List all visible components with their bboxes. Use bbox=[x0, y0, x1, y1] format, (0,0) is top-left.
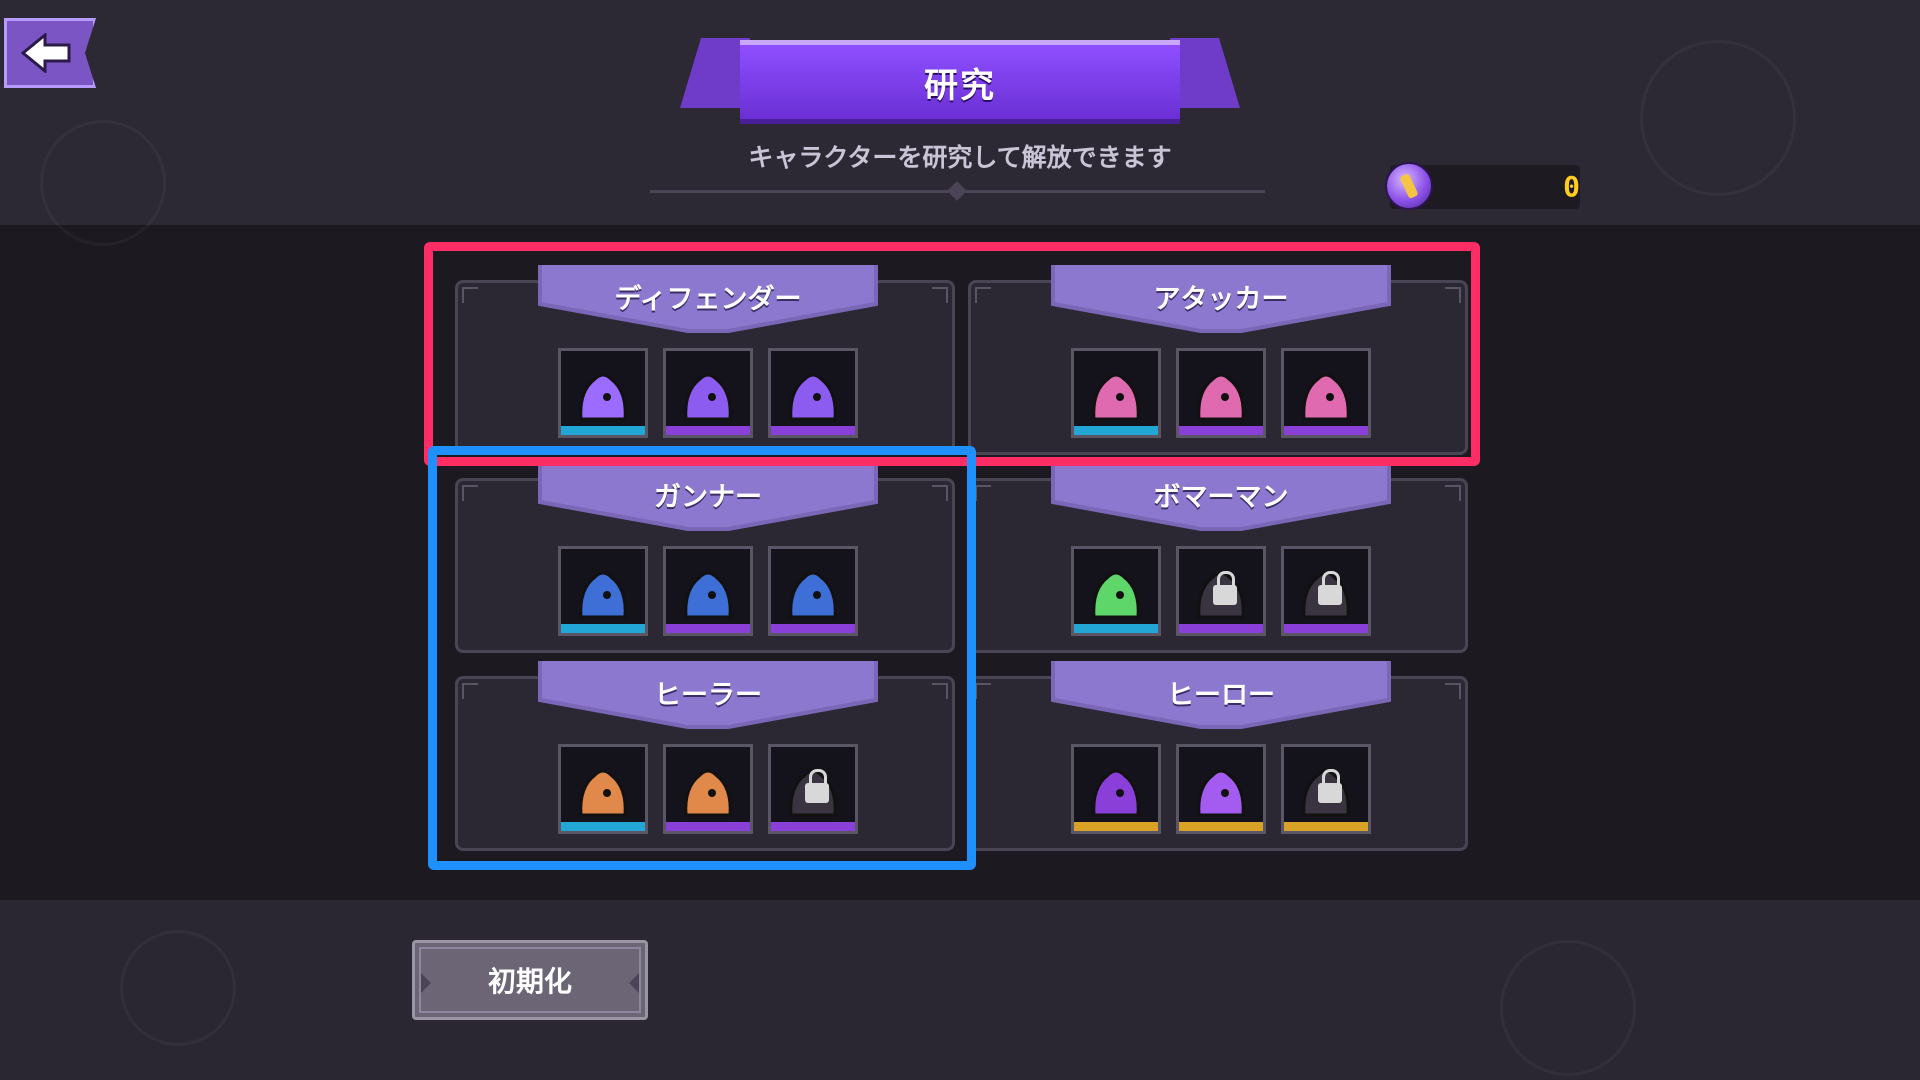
category-panel-bomberman: ボマーマン bbox=[968, 463, 1468, 653]
rarity-bar bbox=[1179, 624, 1263, 633]
highlight-frame-red bbox=[424, 242, 1480, 466]
lock-icon bbox=[1213, 571, 1237, 605]
panel-corner-ornament bbox=[975, 683, 991, 699]
background-doodle bbox=[1500, 940, 1636, 1076]
panel-corner-ornament bbox=[1445, 683, 1461, 699]
category-title: ボマーマン bbox=[1153, 482, 1289, 513]
chevron-left-icon bbox=[421, 973, 431, 993]
character-portrait-icon bbox=[1092, 769, 1140, 817]
highlight-frame-blue bbox=[428, 446, 976, 870]
category-tab: ボマーマン bbox=[1051, 463, 1391, 531]
reset-button[interactable]: 初期化 bbox=[412, 940, 648, 1020]
background-doodle bbox=[120, 930, 236, 1046]
title-banner: 研究 bbox=[680, 18, 1240, 128]
character-slot-row bbox=[1071, 744, 1371, 836]
rarity-bar bbox=[1179, 822, 1263, 831]
page-subtitle: キャラクターを研究して解放できます bbox=[748, 143, 1172, 172]
page-title: 研究 bbox=[924, 65, 996, 106]
rarity-bar bbox=[1284, 822, 1368, 831]
character-portrait-icon bbox=[1092, 571, 1140, 619]
character-slot[interactable] bbox=[1071, 744, 1161, 834]
character-portrait-icon bbox=[1197, 769, 1245, 817]
research-coin-icon bbox=[1385, 162, 1433, 210]
currency-value: 0 bbox=[1563, 170, 1580, 203]
category-tab: ヒーロー bbox=[1051, 661, 1391, 729]
rarity-bar bbox=[1284, 624, 1368, 633]
category-title: ヒーロー bbox=[1167, 680, 1275, 711]
rarity-bar bbox=[1074, 822, 1158, 831]
back-arrow-icon bbox=[21, 33, 71, 73]
background-doodle bbox=[1640, 40, 1796, 196]
lock-icon bbox=[1318, 769, 1342, 803]
rarity-bar bbox=[1074, 624, 1158, 633]
panel-corner-ornament bbox=[975, 485, 991, 501]
reset-button-label: 初期化 bbox=[487, 965, 572, 998]
character-slot[interactable] bbox=[1176, 546, 1266, 636]
back-button[interactable] bbox=[4, 18, 96, 88]
banner-wing-right bbox=[1170, 38, 1240, 108]
background-doodle bbox=[40, 120, 166, 246]
character-slot[interactable] bbox=[1176, 744, 1266, 834]
character-slot[interactable] bbox=[1281, 546, 1371, 636]
panel-corner-ornament bbox=[1445, 485, 1461, 501]
character-slot[interactable] bbox=[1071, 546, 1161, 636]
lock-icon bbox=[1318, 571, 1342, 605]
character-slot-row bbox=[1071, 546, 1371, 638]
category-panel-hero: ヒーロー bbox=[968, 661, 1468, 851]
banner-center: 研究 bbox=[740, 40, 1180, 124]
chevron-right-icon bbox=[629, 973, 639, 993]
character-slot[interactable] bbox=[1281, 744, 1371, 834]
